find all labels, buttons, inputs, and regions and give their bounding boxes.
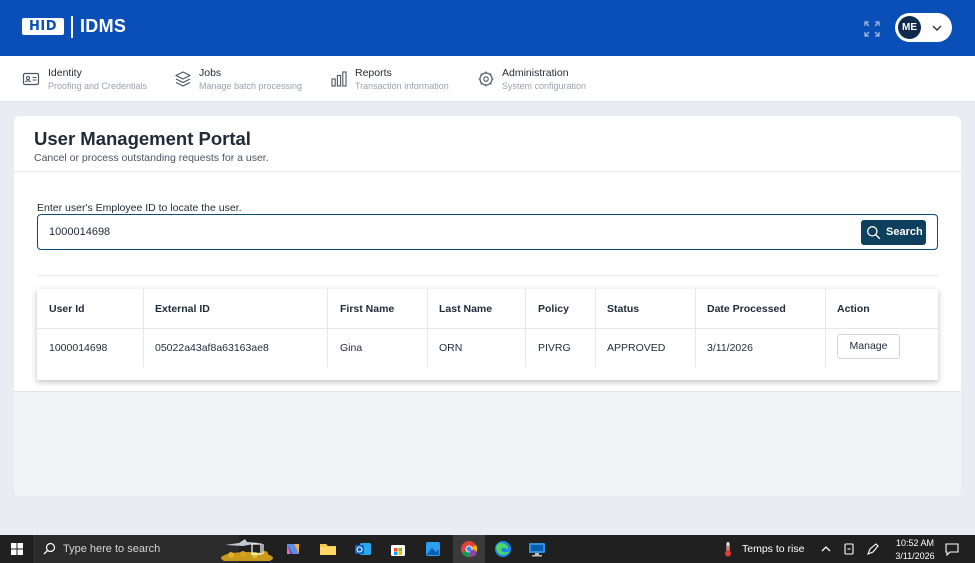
column-header-external-id: External ID [155,303,210,315]
nav-title: Identity [48,67,82,79]
column-header-action: Action [837,303,870,315]
column-header-policy: Policy [538,303,569,315]
clock[interactable]: 10:52 AM 3/11/2026 [893,537,937,563]
card-content: User Management Portal Cancel or process… [14,116,961,392]
bar-chart-icon [331,71,347,87]
nav-item-identity[interactable]: Identity Proofing and Credentials [22,56,162,102]
thermometer-icon [725,542,731,557]
remote-desktop-icon[interactable] [528,540,546,558]
microsoft-store-icon[interactable] [389,540,407,558]
column-header-user-id: User Id [49,303,85,315]
column-divider [825,289,826,367]
page-subtitle: Cancel or process outstanding requests f… [34,152,269,164]
clock-time: 10:52 AM [895,538,935,548]
nav-title: Reports [355,67,392,79]
cell-external-id: 05022a43af8a63163ae8 [155,342,269,354]
nav-subtitle: Proofing and Credentials [48,81,148,91]
nav-subtitle: System configuration [502,81,587,91]
column-divider [427,289,428,367]
column-header-last-name: Last Name [439,303,493,315]
nav-item-jobs[interactable]: Jobs Manage batch processing [174,56,314,102]
taskbar-search-placeholder: Type here to search [63,543,161,555]
page-title: User Management Portal [34,128,251,149]
cell-date-processed: 3/11/2026 [707,342,753,354]
row-divider [37,328,938,329]
employee-id-search-input[interactable]: 1000014698 Search [37,214,938,250]
copilot-icon[interactable] [284,540,302,558]
edge-icon[interactable] [494,540,512,558]
cell-first-name: Gina [340,342,363,354]
hid-logo: HID [22,18,64,35]
column-divider [525,289,526,367]
column-header-first-name: First Name [340,303,395,315]
column-divider [595,289,596,367]
search-label: Enter user's Employee ID to locate the u… [37,202,242,214]
file-explorer-icon[interactable] [319,540,337,558]
search-icon [43,542,56,555]
outlook-icon[interactable] [354,540,372,558]
column-header-status: Status [607,303,640,315]
column-divider [695,289,696,367]
windows-taskbar: Type here to search Temps to rise 10:52 … [0,535,975,563]
nav-item-administration[interactable]: Administration System configuration [477,56,617,102]
divider [14,171,961,172]
id-card-icon [22,72,40,86]
logo-divider [71,16,73,38]
manage-button[interactable]: Manage [837,334,900,359]
clock-date: 3/11/2026 [895,551,935,561]
user-management-card: User Management Portal Cancel or process… [14,116,961,496]
app-name: IDMS [80,16,127,36]
cell-user-id: 1000014698 [49,342,108,354]
cell-status: APPROVED [607,342,666,354]
nav-item-reports[interactable]: Reports Transaction information [330,56,470,102]
chrome-icon[interactable] [460,540,478,558]
pen-icon[interactable] [866,542,880,556]
chevron-down-icon [932,25,942,31]
task-view-icon[interactable] [249,540,267,558]
weather-text[interactable]: Temps to rise [742,543,804,555]
photos-icon[interactable] [424,540,442,558]
search-button[interactable]: Search [861,220,926,245]
taskbar-search-box[interactable]: Type here to search [34,535,273,563]
avatar: ME [898,16,921,39]
windows-start-icon[interactable] [11,543,23,555]
results-table: User Id External ID First Name Last Name… [37,289,938,380]
nav-subtitle: Transaction information [355,81,449,91]
column-divider [143,289,144,367]
divider [37,275,938,276]
cell-last-name: ORN [439,342,463,354]
column-header-date-processed: Date Processed [707,303,786,315]
layers-icon [175,71,191,87]
top-header: HID IDMS ME [0,0,975,56]
nav-title: Administration [502,67,569,79]
fullscreen-icon[interactable] [864,21,880,37]
meet-now-icon[interactable] [842,542,856,556]
gear-icon [478,71,494,87]
chevron-up-icon[interactable] [819,542,833,556]
nav-title: Jobs [199,67,222,79]
nav-subtitle: Manage batch processing [199,81,303,91]
cell-policy: PIVRG [538,342,571,354]
notification-icon[interactable] [945,542,959,556]
search-button-label: Search [886,226,923,238]
main-nav: Identity Proofing and Credentials Jobs M… [0,56,975,102]
user-menu-button[interactable]: ME [895,13,952,42]
search-input-value[interactable]: 1000014698 [49,226,110,238]
column-divider [327,289,328,367]
search-icon [867,226,881,240]
